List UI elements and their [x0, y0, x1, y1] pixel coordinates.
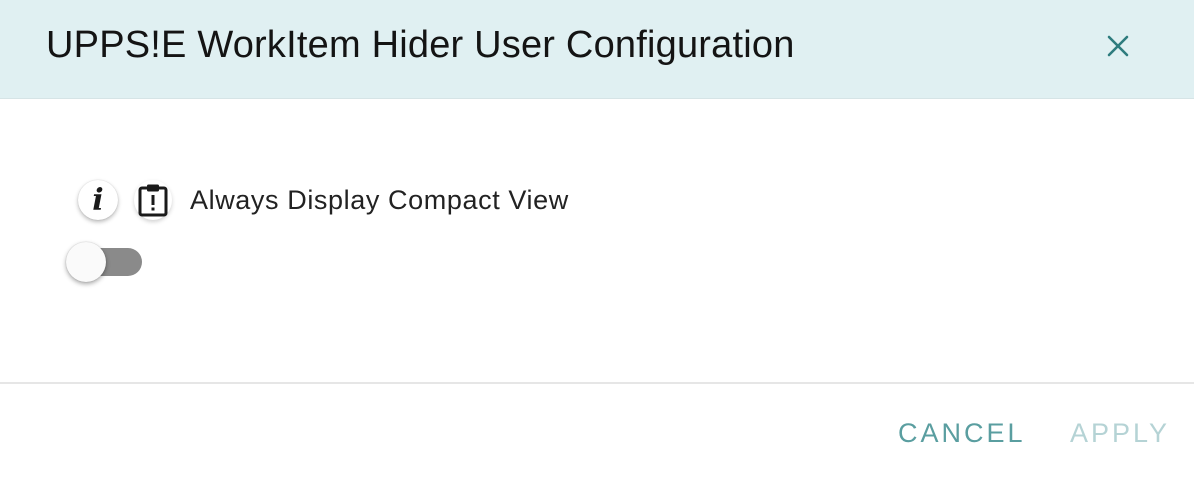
compact-view-toggle[interactable] [66, 242, 144, 282]
configuration-dialog: UPPS!E WorkItem Hider User Configuration… [0, 0, 1194, 484]
clipboard-button[interactable] [134, 180, 172, 220]
close-button[interactable] [1100, 28, 1136, 64]
close-icon [1107, 35, 1129, 57]
clipboard-alert-icon [138, 184, 168, 217]
info-icon: i [92, 183, 104, 218]
dialog-body: i Always Display Compact View [0, 100, 1194, 382]
setting-row-compact-view: i Always Display Compact View [78, 180, 569, 220]
footer-divider [0, 382, 1194, 384]
apply-button[interactable]: APPLY [1070, 418, 1170, 449]
cancel-button[interactable]: CANCEL [898, 418, 1026, 449]
dialog-title: UPPS!E WorkItem Hider User Configuration [46, 24, 795, 66]
info-button[interactable]: i [78, 180, 118, 220]
dialog-header: UPPS!E WorkItem Hider User Configuration [0, 0, 1194, 99]
setting-label: Always Display Compact View [190, 184, 569, 215]
toggle-thumb [66, 242, 106, 282]
